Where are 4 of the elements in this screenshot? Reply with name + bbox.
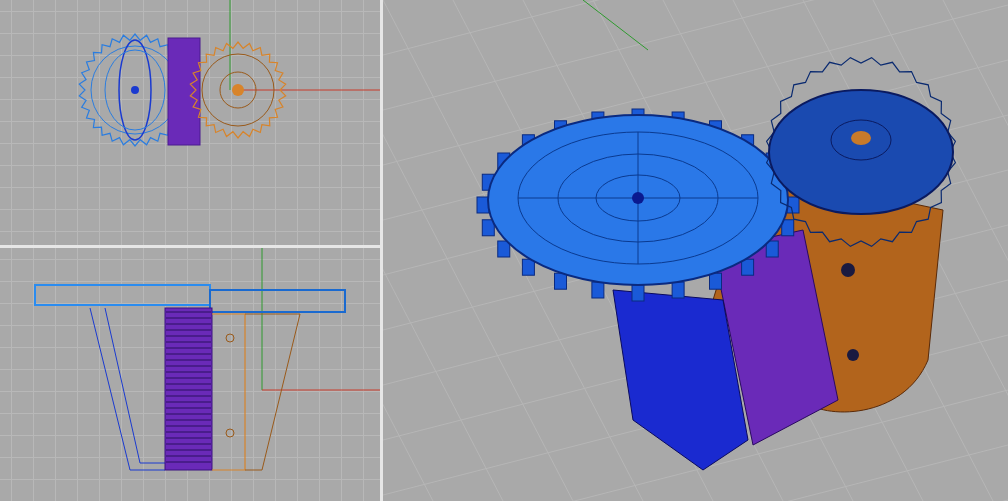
top-viewport[interactable] <box>0 0 380 245</box>
perspective-viewport[interactable] <box>383 0 1008 501</box>
front-viewport[interactable] <box>0 248 380 501</box>
axis-line <box>582 0 649 51</box>
